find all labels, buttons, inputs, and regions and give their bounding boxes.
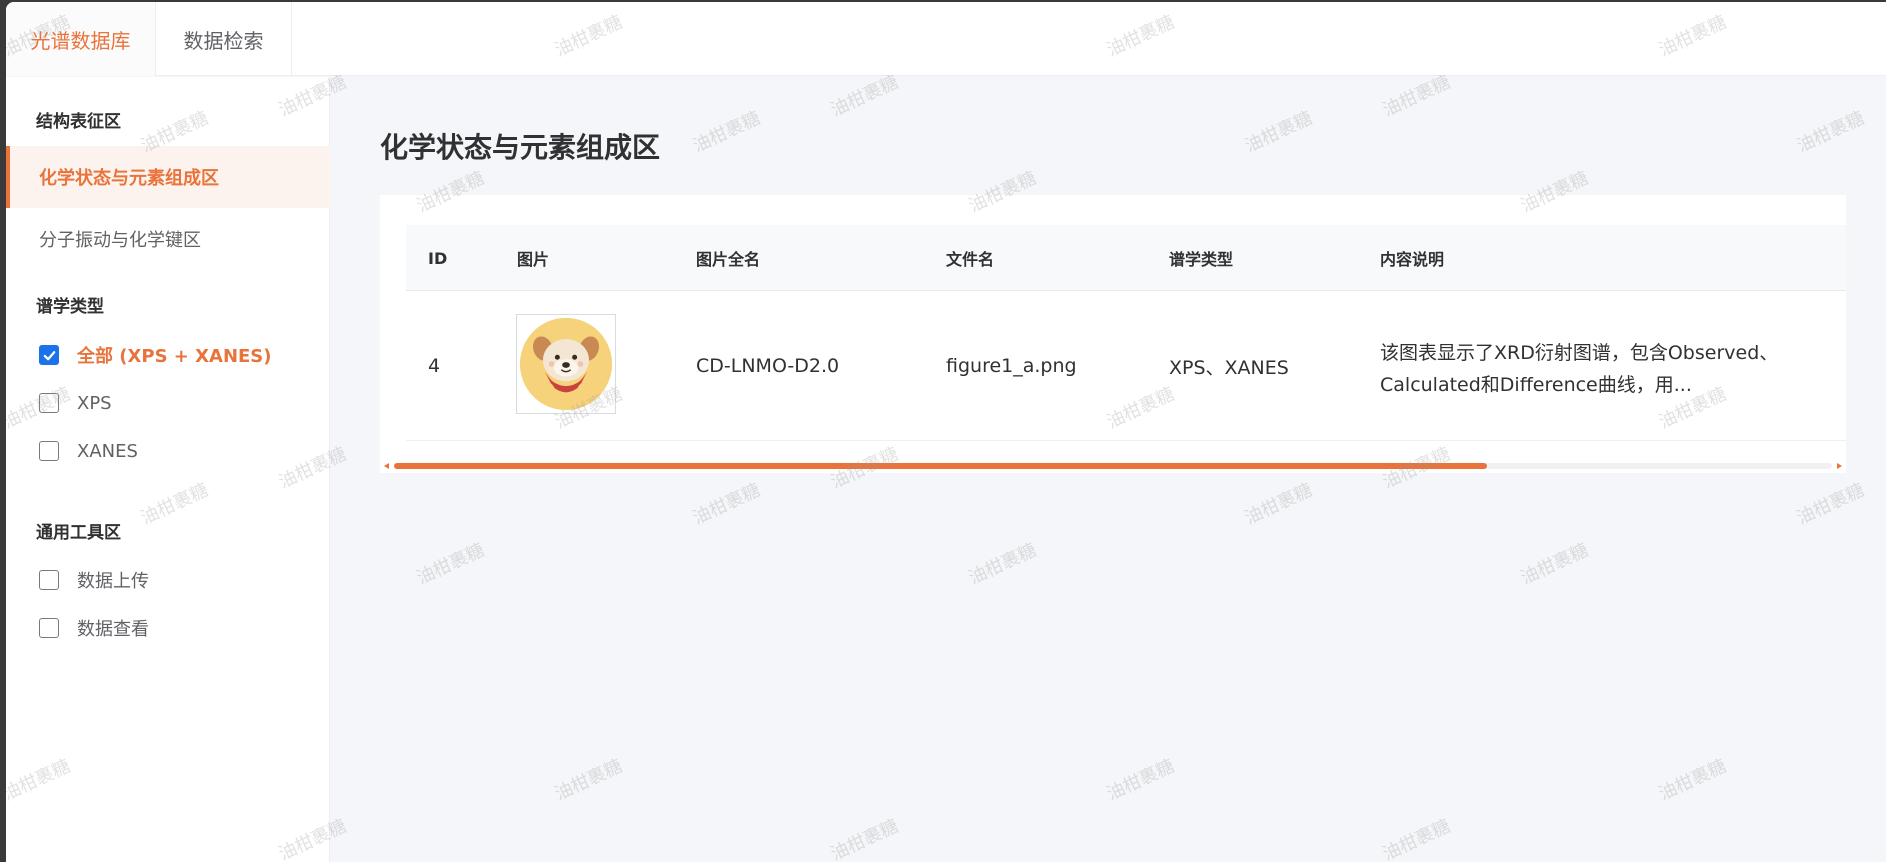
dog-avatar-icon[interactable]: [516, 314, 616, 414]
checkbox-label: XANES: [77, 440, 138, 462]
cell-spectrum-type: XPS、XANES: [1169, 356, 1289, 379]
watermark-text: 油柑裹糖: [1793, 107, 1868, 158]
cell-id: 4: [428, 355, 441, 377]
checkbox-label: XPS: [77, 392, 112, 414]
checkbox-label: 数据查看: [77, 619, 149, 640]
scroll-right-arrow-icon[interactable]: [1837, 463, 1842, 469]
watermark-text: 油柑裹糖: [1241, 479, 1316, 530]
checkbox-label: 全部 (XPS + XANES): [77, 346, 272, 367]
watermark-text: 油柑裹糖: [965, 539, 1040, 590]
scroll-left-arrow-icon[interactable]: [384, 463, 389, 469]
column-header-file-name[interactable]: 文件名: [946, 225, 994, 291]
watermark-text: 油柑裹糖: [551, 755, 626, 806]
checkbox-data-view[interactable]: 数据查看: [39, 613, 149, 643]
table-header: ID 图片 图片全名 文件名 谱学类型 内容说明: [406, 225, 1846, 291]
watermark-text: 油柑裹糖: [1517, 539, 1592, 590]
column-header-description[interactable]: 内容说明: [1380, 225, 1444, 291]
horizontal-scrollbar[interactable]: [380, 461, 1846, 471]
checkbox-xps[interactable]: XPS: [39, 388, 112, 418]
watermark-text: 油柑裹糖: [1379, 815, 1454, 862]
watermark-text: 油柑裹糖: [689, 107, 764, 158]
watermark-text: 油柑裹糖: [1793, 479, 1868, 530]
watermark-text: 油柑裹糖: [827, 815, 902, 862]
sidebar-group-tools-title: 通用工具区: [36, 523, 121, 543]
watermark-text: 油柑裹糖: [689, 479, 764, 530]
checkbox-unchecked-icon[interactable]: [39, 393, 59, 413]
data-table: ID 图片 图片全名 文件名 谱学类型 内容说明 4 CD-LNMO-D2.0 …: [380, 195, 1846, 473]
sidebar: 结构表征区 化学状态与元素组成区 分子振动与化学键区 谱学类型 全部 (XPS …: [6, 77, 330, 862]
checkbox-data-upload[interactable]: 数据上传: [39, 565, 149, 595]
checkbox-unchecked-icon[interactable]: [39, 570, 59, 590]
column-header-full-name[interactable]: 图片全名: [696, 225, 760, 291]
watermark-text: 油柑裹糖: [827, 71, 902, 122]
watermark-text: 油柑裹糖: [1103, 755, 1178, 806]
checkbox-unchecked-icon[interactable]: [39, 618, 59, 638]
app-window: 光谱数据库 数据检索 结构表征区 化学状态与元素组成区 分子振动与化学键区 谱学…: [6, 2, 1886, 862]
checkbox-unchecked-icon[interactable]: [39, 441, 59, 461]
cell-description: 该图表显示了XRD衍射图谱，包含Observed、Calculated和Diff…: [1380, 342, 1779, 396]
tab-spectral-database[interactable]: 光谱数据库: [6, 2, 156, 76]
checkbox-all-types[interactable]: 全部 (XPS + XANES): [39, 340, 272, 370]
sidebar-item-molecular-vibration[interactable]: 分子振动与化学键区: [6, 208, 330, 270]
watermark-text: 油柑裹糖: [413, 539, 488, 590]
sidebar-group-structure-title: 结构表征区: [36, 112, 121, 132]
checkbox-xanes[interactable]: XANES: [39, 436, 138, 466]
checkbox-label: 数据上传: [77, 571, 149, 592]
sidebar-group-spectrum-type-title: 谱学类型: [36, 297, 104, 317]
watermark-text: 油柑裹糖: [1241, 107, 1316, 158]
column-header-image[interactable]: 图片: [517, 225, 549, 291]
cell-file-name: figure1_a.png: [946, 355, 1077, 377]
column-header-spectrum-type[interactable]: 谱学类型: [1169, 225, 1233, 291]
sidebar-item-chemical-state[interactable]: 化学状态与元素组成区: [6, 146, 330, 208]
watermark-text: 油柑裹糖: [1655, 755, 1730, 806]
watermark-text: 油柑裹糖: [1379, 71, 1454, 122]
table-row[interactable]: 4 CD-LNMO-D2.0 figure1_a.png XPS、XANES 该…: [406, 291, 1846, 441]
column-header-id[interactable]: ID: [428, 225, 447, 291]
cell-full-name: CD-LNMO-D2.0: [696, 355, 840, 377]
tab-data-search[interactable]: 数据检索: [156, 2, 292, 76]
scrollbar-thumb[interactable]: [394, 463, 1487, 469]
top-tab-bar: 光谱数据库 数据检索: [6, 2, 1886, 76]
checkbox-checked-icon[interactable]: [39, 345, 59, 365]
page-title: 化学状态与元素组成区: [380, 131, 661, 164]
